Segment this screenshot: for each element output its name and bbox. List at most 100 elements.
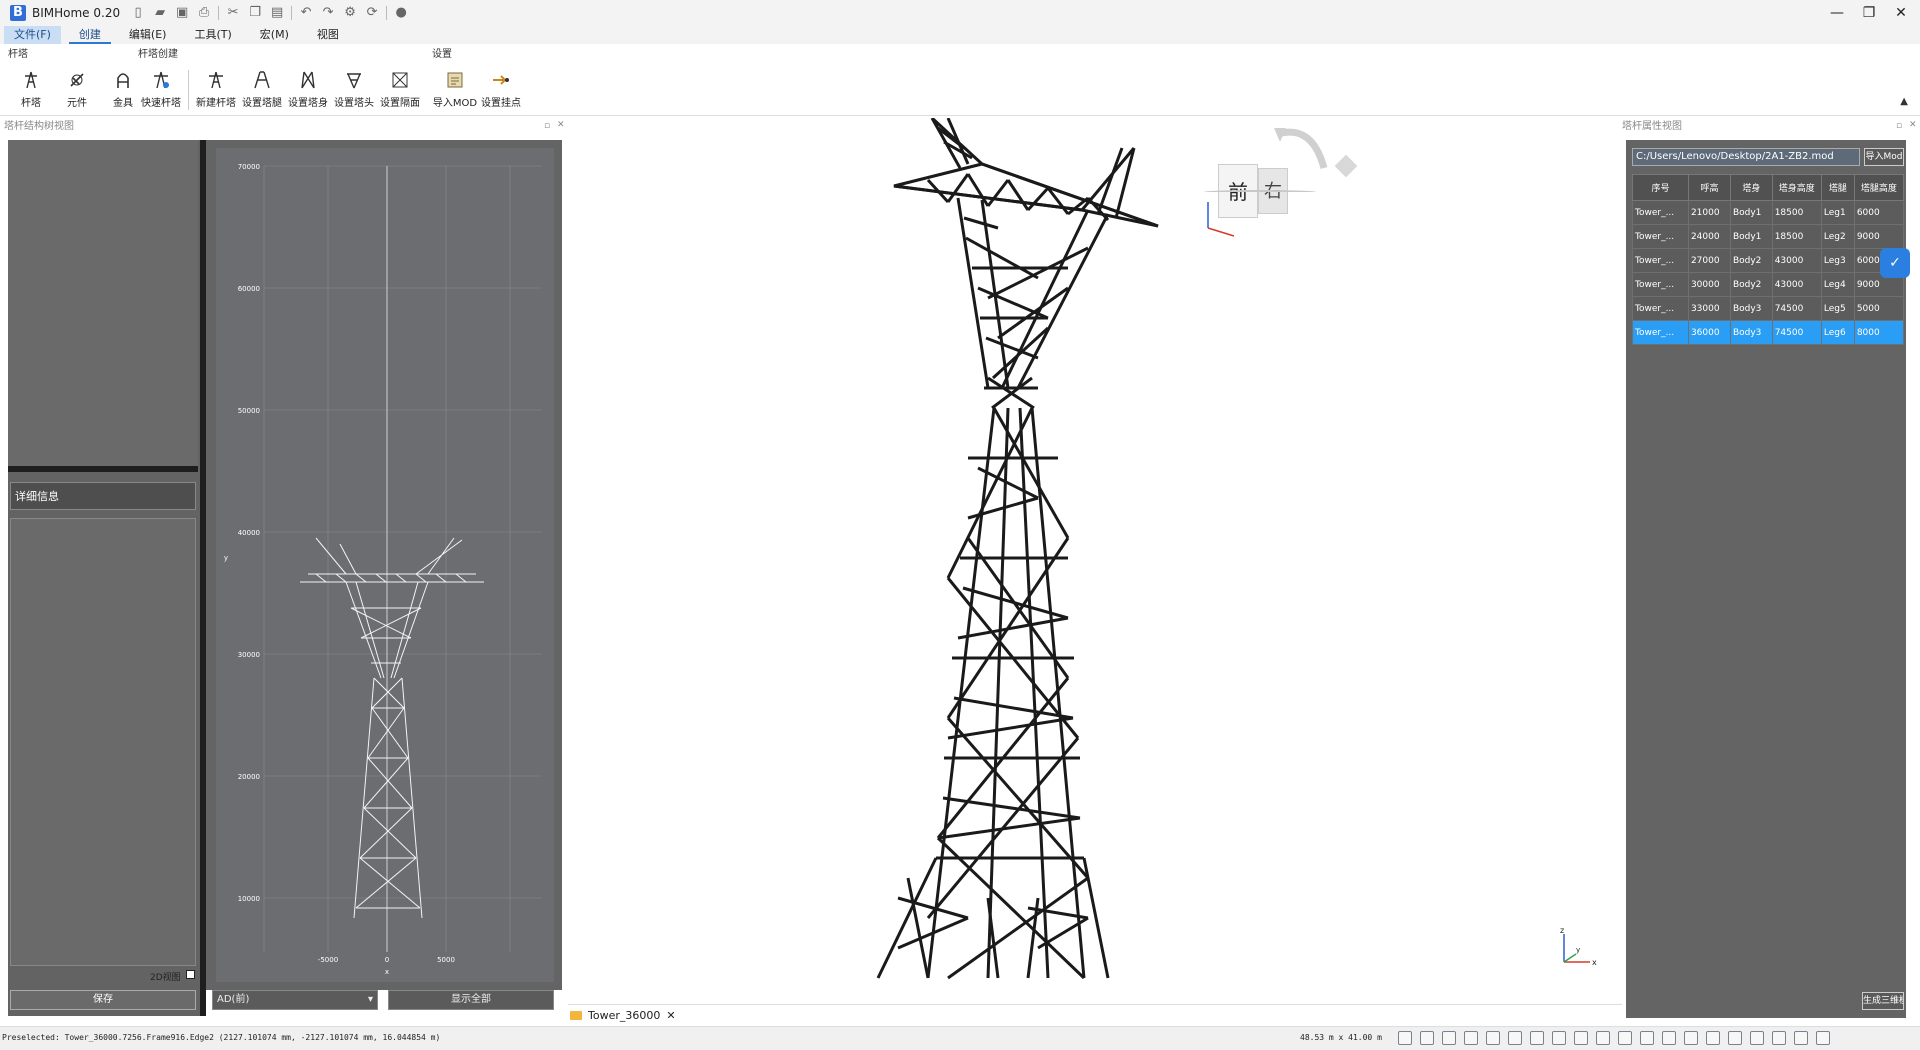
table-cell: Body2 (1729, 248, 1773, 273)
float-panel-icon[interactable]: ▫ (1896, 121, 1902, 131)
cut-icon[interactable]: ✂ (225, 5, 241, 21)
ribbon-button-label: 元件 (67, 98, 87, 109)
import-mod-button[interactable]: 导入Mod (1864, 148, 1904, 166)
column-header[interactable]: 呼高 (1687, 174, 1731, 201)
menu-file[interactable]: 文件(F) (4, 26, 61, 44)
menu-view[interactable]: 视图 (307, 26, 349, 44)
redo-icon[interactable]: ↷ (320, 5, 336, 21)
separator (386, 6, 388, 20)
settings-icon[interactable]: ⚙ (342, 5, 358, 21)
left-view-icon[interactable] (1662, 1031, 1676, 1045)
zoom-fit-icon[interactable] (1442, 1031, 1456, 1045)
set-hang-point-button[interactable]: 设置挂点 (478, 68, 524, 109)
view-select[interactable]: AD(前) ▾ (212, 990, 378, 1010)
column-header[interactable]: 塔身高度 (1771, 174, 1822, 201)
close-icon[interactable]: ✕ (1890, 2, 1912, 24)
undo-icon[interactable]: ↶ (298, 5, 314, 21)
axis-y-label: y (1576, 946, 1580, 954)
menu-edit[interactable]: 编辑(E) (119, 26, 177, 44)
right-view-icon[interactable] (1596, 1031, 1610, 1045)
paste-icon[interactable]: ▤ (269, 5, 285, 21)
set-diaphragm-button[interactable]: 设置隔面 (377, 68, 423, 110)
y-tick-label: 20000 (238, 773, 260, 781)
menu-create[interactable]: 创建 (68, 26, 111, 44)
fit-all-icon[interactable] (1464, 1031, 1478, 1045)
fit-selection-icon[interactable] (1486, 1031, 1500, 1045)
column-header[interactable]: 塔身 (1729, 174, 1773, 201)
save-icon[interactable]: ▣ (174, 5, 190, 21)
rear-view-icon[interactable] (1618, 1031, 1632, 1045)
zoom-in-icon[interactable] (1398, 1031, 1412, 1045)
close-panel-icon[interactable]: ✕ (1909, 120, 1917, 130)
isometric-view-icon[interactable] (1508, 1031, 1522, 1045)
set-body-button[interactable]: 设置塔身 (285, 68, 331, 110)
open-folder-icon[interactable]: ▰ (152, 5, 168, 21)
rotate-arrow-icon[interactable] (1272, 124, 1332, 169)
ribbon-group-label: 杆塔 (8, 49, 28, 60)
axis-x-label: x (1592, 958, 1597, 967)
bottom-view-icon[interactable] (1640, 1031, 1654, 1045)
user-icon[interactable]: ● (393, 5, 409, 21)
top-view-icon[interactable] (1574, 1031, 1588, 1045)
show-all-button[interactable]: 显示全部 (388, 990, 554, 1010)
set-head-button[interactable]: 设置塔头 (331, 68, 377, 110)
close-panel-icon[interactable]: ✕ (557, 120, 565, 130)
table-row[interactable]: Tower_... 33000 Body3 74500 Leg5 5000 (1632, 296, 1905, 321)
front-view-icon[interactable] (1552, 1031, 1566, 1045)
mod-path-field[interactable]: C:/Users/Lenovo/Desktop/2A1-ZB2.mod (1632, 148, 1860, 166)
import-mod-ribbon-button[interactable]: 导入MOD (432, 68, 478, 109)
float-panel-icon[interactable]: ▫ (544, 121, 550, 131)
minimize-icon[interactable]: — (1826, 2, 1848, 24)
measure-icon[interactable] (1684, 1031, 1698, 1045)
quick-tower-button[interactable]: 快速杆塔 (138, 68, 184, 110)
separator (218, 6, 220, 20)
table-row[interactable]: Tower_... 30000 Body2 43000 Leg4 9000 (1632, 272, 1905, 297)
export-icon[interactable] (1772, 1031, 1786, 1045)
folder-icon (570, 1010, 582, 1020)
set-legs-button[interactable]: 设置塔腿 (239, 68, 285, 110)
restore-icon[interactable]: ❐ (1858, 2, 1880, 24)
print-icon[interactable]: ⎙ (196, 5, 212, 21)
table-cell: Leg5 (1820, 296, 1855, 321)
close-tab-icon[interactable]: ✕ (666, 1009, 675, 1022)
ruler-icon[interactable] (1816, 1031, 1830, 1045)
new-file-icon[interactable]: ▯ (130, 5, 146, 21)
draw-style-icon[interactable] (1530, 1031, 1544, 1045)
column-header[interactable]: 序号 (1632, 174, 1689, 201)
menu-macro[interactable]: 宏(M) (250, 26, 299, 44)
tower-button[interactable]: 杆塔 (8, 68, 54, 109)
tower-2d-plot[interactable]: 70000 60000 50000 40000 30000 20000 1000… (216, 148, 554, 982)
copy-icon[interactable]: ❐ (247, 5, 263, 21)
column-header[interactable]: 塔腿 (1820, 174, 1855, 201)
document-tab[interactable]: Tower_36000 ✕ (570, 1006, 676, 1024)
refresh-icon[interactable]: ⟳ (364, 5, 380, 21)
column-header[interactable]: 塔腿高度 (1853, 174, 1905, 201)
table-row[interactable]: Tower_... 24000 Body1 18500 Leg2 9000 (1632, 224, 1905, 249)
forward-arrow-icon[interactable] (1728, 1031, 1742, 1045)
3d-viewport[interactable]: 前 右 z x y (568, 116, 1622, 1022)
save-button[interactable]: 保存 (10, 990, 196, 1010)
table-row[interactable]: Tower_... 36000 Body3 74500 Leg6 8000 (1632, 320, 1905, 345)
pen-icon[interactable] (1794, 1031, 1808, 1045)
table-cell: Tower_... (1632, 272, 1689, 297)
document-tab-bar (568, 1004, 1622, 1026)
table-cell: Leg4 (1820, 272, 1855, 297)
zoom-out-icon[interactable] (1420, 1031, 1434, 1045)
app-logo-icon: B (10, 5, 26, 21)
structure-tree[interactable] (8, 140, 198, 472)
menu-tools[interactable]: 工具(T) (184, 26, 241, 44)
table-cell: 24000 (1687, 224, 1731, 249)
y-tick-label: 50000 (238, 407, 260, 415)
table-row[interactable]: Tower_... 27000 Body2 43000 Leg3 6000 (1632, 248, 1905, 273)
tower-2d-drawing (300, 537, 484, 919)
back-arrow-icon[interactable] (1706, 1031, 1720, 1045)
view2d-checkbox[interactable] (186, 970, 195, 979)
table-cell: 21000 (1687, 200, 1731, 225)
ribbon-collapse-icon[interactable]: ▲ (1900, 96, 1908, 107)
eye-icon[interactable] (1750, 1031, 1764, 1045)
component-button[interactable]: 元件 (54, 68, 100, 109)
table-row[interactable]: Tower_... 21000 Body1 18500 Leg1 6000 (1632, 200, 1905, 225)
security-shield-icon[interactable]: ✓ (1880, 248, 1910, 278)
generate-3d-model-button[interactable]: 生成三维模型 (1862, 992, 1904, 1010)
new-tower-button[interactable]: 新建杆塔 (193, 68, 239, 110)
